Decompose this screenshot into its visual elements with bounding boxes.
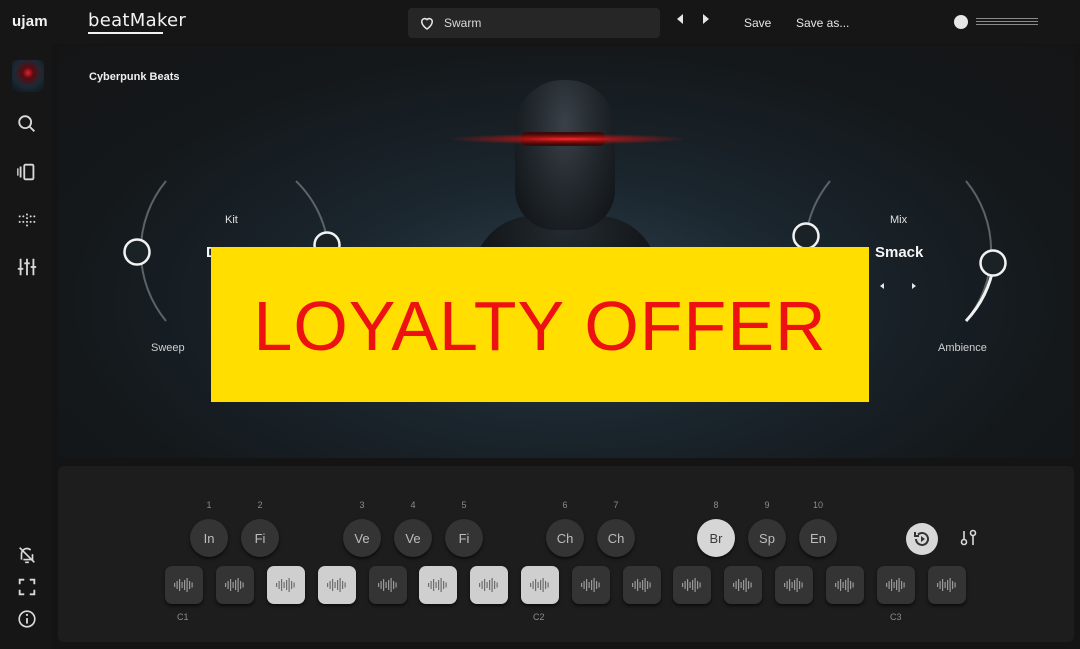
kit-label: Kit xyxy=(225,214,238,226)
waveform-icon xyxy=(479,578,498,592)
waveform-icon xyxy=(937,578,956,592)
pad-button[interactable] xyxy=(165,566,203,604)
octave-label: C3 xyxy=(890,612,902,622)
volume-meter xyxy=(976,18,1038,26)
ujam-logo[interactable]: ujam xyxy=(12,13,48,30)
waveform-icon xyxy=(327,578,346,592)
pad-button[interactable] xyxy=(318,566,356,604)
pad-button[interactable] xyxy=(470,566,508,604)
top-bar: ujam beatMaker Swarm Save Save as... xyxy=(0,0,1080,44)
style-number: 5 xyxy=(461,500,467,510)
style-number: 10 xyxy=(812,500,823,510)
save-button[interactable]: Save xyxy=(744,16,771,30)
loyalty-offer-text: LOYALTY OFFER xyxy=(253,286,827,365)
waveform-icon xyxy=(632,578,651,592)
pad-button[interactable] xyxy=(775,566,813,604)
style-number: 9 xyxy=(764,500,770,510)
pad-button[interactable] xyxy=(369,566,407,604)
sweep-knob[interactable] xyxy=(122,237,152,267)
arrow-right-icon[interactable] xyxy=(703,14,709,24)
style-number: 6 xyxy=(562,500,568,510)
waveform-icon xyxy=(530,578,549,592)
pad-button[interactable] xyxy=(521,566,559,604)
style-button[interactable]: Fi xyxy=(445,519,483,557)
pad-button[interactable] xyxy=(724,566,762,604)
style-button[interactable]: Br xyxy=(697,519,735,557)
waveform-icon xyxy=(276,578,295,592)
info-icon[interactable] xyxy=(16,608,38,630)
pad-button[interactable] xyxy=(419,566,457,604)
octave-label: C2 xyxy=(533,612,545,622)
style-button[interactable]: Ch xyxy=(597,519,635,557)
style-button[interactable]: Sp xyxy=(748,519,786,557)
pad-button[interactable] xyxy=(216,566,254,604)
waveform-icon xyxy=(378,578,397,592)
waveform-icon xyxy=(428,578,447,592)
mixer-icon[interactable] xyxy=(16,256,38,278)
pad-button[interactable] xyxy=(826,566,864,604)
fullscreen-icon[interactable] xyxy=(16,576,38,598)
pad-button[interactable] xyxy=(572,566,610,604)
beatmaker-logo: beatMaker xyxy=(88,10,187,31)
logo-underline xyxy=(88,32,163,34)
sweep-label: Sweep xyxy=(151,342,185,354)
pad-button[interactable] xyxy=(267,566,305,604)
waveform-icon xyxy=(174,578,193,592)
pattern-icon[interactable] xyxy=(16,209,38,231)
style-button[interactable]: Ve xyxy=(343,519,381,557)
ambience-knob[interactable] xyxy=(978,248,1008,278)
style-button[interactable]: In xyxy=(190,519,228,557)
pad-button[interactable] xyxy=(928,566,966,604)
arrow-left-icon[interactable] xyxy=(677,14,683,24)
style-button[interactable]: Fi xyxy=(241,519,279,557)
ambience-label: Ambience xyxy=(938,342,987,354)
pad-button[interactable] xyxy=(673,566,711,604)
loyalty-offer-banner[interactable]: LOYALTY OFFER xyxy=(211,247,869,402)
pad-button[interactable] xyxy=(877,566,915,604)
style-number: 8 xyxy=(713,500,719,510)
waveform-icon xyxy=(682,578,701,592)
octave-label: C1 xyxy=(177,612,189,622)
style-button[interactable]: En xyxy=(799,519,837,557)
notification-off-icon[interactable] xyxy=(16,544,38,566)
style-number: 1 xyxy=(206,500,212,510)
mix-value: Smack xyxy=(875,244,924,261)
replay-button[interactable] xyxy=(906,523,938,555)
preset-selector[interactable]: Swarm xyxy=(408,8,660,38)
style-number: 7 xyxy=(613,500,619,510)
search-icon[interactable] xyxy=(16,113,38,135)
settings-toggle-icon[interactable] xyxy=(958,527,980,549)
waveform-icon xyxy=(733,578,752,592)
mix-prev-icon[interactable] xyxy=(880,283,884,289)
style-number: 4 xyxy=(410,500,416,510)
waveform-icon xyxy=(886,578,905,592)
volume-knob-icon[interactable] xyxy=(954,15,968,29)
sidebar xyxy=(0,44,52,649)
mix-label: Mix xyxy=(890,214,908,226)
preset-name: Swarm xyxy=(444,16,482,30)
library-icon[interactable] xyxy=(16,161,38,183)
avatar[interactable] xyxy=(12,60,44,92)
pad-button[interactable] xyxy=(623,566,661,604)
style-button[interactable]: Ch xyxy=(546,519,584,557)
style-number: 3 xyxy=(359,500,365,510)
app-window: ujam beatMaker Swarm Save Save as... Cyb… xyxy=(0,0,1080,649)
heart-icon[interactable] xyxy=(418,14,436,32)
replay-icon xyxy=(914,531,929,546)
save-as-button[interactable]: Save as... xyxy=(796,16,849,30)
style-button[interactable]: Ve xyxy=(394,519,432,557)
style-number: 2 xyxy=(257,500,263,510)
waveform-icon xyxy=(581,578,600,592)
waveform-icon xyxy=(784,578,803,592)
mix-next-icon[interactable] xyxy=(912,283,916,289)
waveform-icon xyxy=(835,578,854,592)
waveform-icon xyxy=(225,578,244,592)
